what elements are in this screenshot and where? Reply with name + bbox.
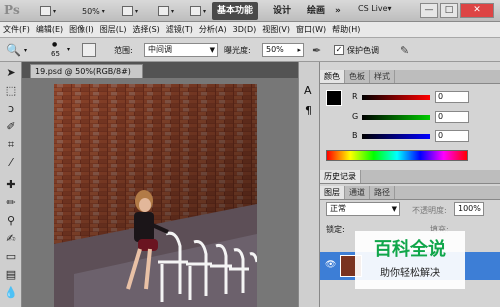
- eraser-tool-icon[interactable]: ▭: [4, 250, 18, 264]
- workspace-design[interactable]: 设计: [268, 2, 296, 20]
- history-brush-tool-icon[interactable]: ✍: [4, 232, 18, 246]
- color-panel-tabs: 颜色 色板 样式: [320, 70, 500, 84]
- chevron-down-icon: ▼: [209, 46, 215, 54]
- photoshop-logo: Ps: [4, 3, 20, 17]
- foreground-color-swatch[interactable]: [326, 90, 342, 106]
- tab-styles[interactable]: 样式: [370, 70, 395, 83]
- brush-picker-arrow[interactable]: ▾: [67, 46, 70, 53]
- preset-dropdown-arrow[interactable]: ▾: [24, 47, 27, 54]
- history-panel-tabs: 历史记录: [320, 170, 500, 184]
- color-spectrum-ramp[interactable]: [326, 150, 468, 161]
- zoom-level[interactable]: 50% ▾: [82, 4, 105, 18]
- options-bar: 🔍 ▾ ● 65 ▾ 范围: 中间调 ▼ 曝光度: 50% ▸ ✒ ✓ 保护色调 ✎: [0, 38, 500, 62]
- menu-3d[interactable]: 3D(D): [230, 22, 260, 38]
- brush-tool-icon[interactable]: ✏: [4, 196, 18, 210]
- range-label: 范围:: [114, 46, 133, 55]
- opacity-input[interactable]: 100%: [454, 202, 484, 216]
- paragraph-panel-icon[interactable]: ¶: [305, 104, 312, 117]
- menu-select[interactable]: 选择(S): [129, 22, 162, 38]
- tablet-pressure-icon[interactable]: ✎: [400, 44, 409, 57]
- maximize-button[interactable]: □: [440, 3, 458, 18]
- grid-icon: [122, 6, 133, 16]
- tab-swatches[interactable]: 色板: [345, 70, 370, 83]
- bridge-icon: [40, 6, 51, 16]
- menu-filter[interactable]: 滤镜(T): [163, 22, 196, 38]
- quick-select-tool-icon[interactable]: ✐: [4, 120, 18, 134]
- workspace-essentials[interactable]: 基本功能: [212, 2, 259, 20]
- menu-edit[interactable]: 编辑(E): [33, 22, 66, 38]
- green-channel-label: G: [352, 112, 359, 121]
- tab-layers[interactable]: 图层: [320, 186, 345, 199]
- crop-tool-icon[interactable]: ⌗: [4, 138, 18, 152]
- gradient-tool-icon[interactable]: ▤: [4, 268, 18, 282]
- green-slider[interactable]: [362, 115, 430, 120]
- minimize-button[interactable]: —: [420, 3, 438, 18]
- exposure-input[interactable]: 50% ▸: [262, 43, 304, 57]
- screen-mode-button[interactable]: ▾: [190, 4, 206, 18]
- tab-paths[interactable]: 路径: [370, 186, 395, 199]
- opacity-label: 不透明度:: [412, 206, 447, 215]
- watermark-title: 百科全说: [374, 239, 446, 260]
- airbrush-icon[interactable]: ✒: [312, 44, 321, 57]
- blend-mode-select[interactable]: 正常 ▼: [326, 202, 400, 216]
- menu-file[interactable]: 文件(F): [0, 22, 33, 38]
- bridge-button[interactable]: ▾: [40, 4, 56, 18]
- tab-color[interactable]: 颜色: [320, 70, 345, 83]
- screen-mode-icon: [190, 6, 201, 16]
- marquee-tool-icon[interactable]: ⬚: [4, 84, 18, 98]
- red-value-input[interactable]: 0: [435, 91, 469, 103]
- collapsed-panel-strip: A ¶: [298, 62, 320, 307]
- document-tab[interactable]: 19.psd @ 50%(RGB/8#) ×: [30, 64, 143, 89]
- red-channel-label: R: [352, 92, 358, 101]
- blue-value-input[interactable]: 0: [435, 130, 469, 142]
- watermark-overlay: 百科全说 助你轻松解决: [355, 231, 465, 289]
- chevron-right-icon: ▸: [297, 46, 301, 54]
- layers-panel-tabs: 图层 通道 路径: [320, 186, 500, 200]
- clone-stamp-tool-icon[interactable]: ⚲: [4, 214, 18, 228]
- menu-window[interactable]: 窗口(W): [293, 22, 329, 38]
- lock-label: 锁定:: [326, 225, 345, 234]
- photo-brick-wall-girl-chairs: [54, 84, 257, 307]
- cs-live-button[interactable]: CS Live▾: [358, 4, 392, 13]
- arrange-icon: [158, 6, 169, 16]
- view-extras-button[interactable]: ▾: [122, 4, 138, 18]
- menu-bar: 文件(F) 编辑(E) 图像(I) 图层(L) 选择(S) 滤镜(T) 分析(A…: [0, 22, 500, 38]
- title-bar: Ps ▾ 50% ▾ ▾ ▾ ▾ 基本功能 设计 绘画 » CS Live▾ — …: [0, 0, 500, 22]
- menu-analysis[interactable]: 分析(A): [196, 22, 230, 38]
- blue-channel-label: B: [352, 131, 358, 140]
- eyedropper-tool-icon[interactable]: ⁄: [4, 156, 18, 170]
- burn-tool-preset-icon[interactable]: 🔍: [6, 43, 21, 57]
- toolbox: ➤ ⬚ ↄ ✐ ⌗ ⁄ ✚ ✏ ⚲ ✍ ▭ ▤ 💧: [0, 62, 22, 307]
- green-value-input[interactable]: 0: [435, 111, 469, 123]
- watermark-subtitle: 助你轻松解决: [380, 268, 440, 279]
- blue-slider[interactable]: [362, 134, 430, 139]
- range-select[interactable]: 中间调 ▼: [144, 43, 218, 57]
- chevron-down-icon: ▼: [391, 205, 397, 213]
- brush-dot-icon: ●: [52, 41, 58, 48]
- exposure-label: 曝光度:: [224, 46, 251, 55]
- brush-size[interactable]: 65: [51, 50, 60, 58]
- protect-tones-checkbox[interactable]: ✓: [334, 45, 344, 55]
- red-slider[interactable]: [362, 95, 430, 100]
- workspace-painting[interactable]: 绘画: [302, 2, 330, 20]
- menu-layer[interactable]: 图层(L): [97, 22, 130, 38]
- menu-image[interactable]: 图像(I): [66, 22, 97, 38]
- brush-panel-icon[interactable]: [82, 43, 96, 57]
- character-panel-icon[interactable]: A: [304, 84, 312, 97]
- more-workspaces[interactable]: »: [330, 2, 346, 20]
- close-button[interactable]: ✕: [460, 3, 494, 18]
- menu-help[interactable]: 帮助(H): [329, 22, 363, 38]
- eye-visibility-icon[interactable]: 👁: [325, 260, 336, 270]
- menu-view[interactable]: 视图(V): [259, 22, 293, 38]
- tab-history[interactable]: 历史记录: [320, 170, 361, 183]
- arrange-documents-button[interactable]: ▾: [158, 4, 174, 18]
- move-tool-icon[interactable]: ➤: [4, 66, 18, 80]
- blur-tool-icon[interactable]: 💧: [4, 286, 18, 300]
- lasso-tool-icon[interactable]: ↄ: [4, 102, 18, 116]
- tab-channels[interactable]: 通道: [345, 186, 370, 199]
- healing-brush-tool-icon[interactable]: ✚: [4, 178, 18, 192]
- document-image[interactable]: [54, 84, 257, 307]
- protect-tones-label: 保护色调: [347, 46, 379, 55]
